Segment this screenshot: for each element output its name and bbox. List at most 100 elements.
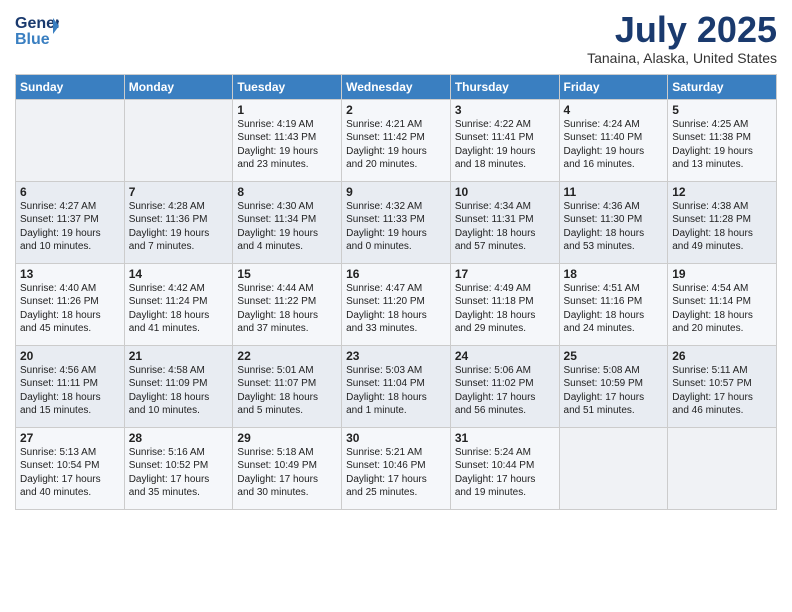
table-row: 7Sunrise: 4:28 AMSunset: 11:36 PMDayligh… — [124, 181, 233, 263]
sunset-text: Sunset: 10:46 PM — [346, 459, 446, 473]
sunrise-text: Sunrise: 4:56 AM — [20, 364, 120, 378]
calendar-header-row: Sunday Monday Tuesday Wednesday Thursday… — [16, 74, 777, 99]
calendar-week-row: 20Sunrise: 4:56 AMSunset: 11:11 PMDaylig… — [16, 345, 777, 427]
col-thursday: Thursday — [450, 74, 559, 99]
day-number: 14 — [129, 267, 229, 281]
day-info: Sunrise: 4:56 AMSunset: 11:11 PMDaylight… — [20, 364, 120, 418]
table-row: 14Sunrise: 4:42 AMSunset: 11:24 PMDaylig… — [124, 263, 233, 345]
sunset-text: Sunset: 10:57 PM — [672, 377, 772, 391]
table-row: 21Sunrise: 4:58 AMSunset: 11:09 PMDaylig… — [124, 345, 233, 427]
day-number: 22 — [237, 349, 337, 363]
day-info: Sunrise: 5:21 AMSunset: 10:46 PMDaylight… — [346, 446, 446, 500]
day-info: Sunrise: 4:51 AMSunset: 11:16 PMDaylight… — [564, 282, 664, 336]
day-number: 28 — [129, 431, 229, 445]
day-number: 6 — [20, 185, 120, 199]
day-info: Sunrise: 4:54 AMSunset: 11:14 PMDaylight… — [672, 282, 772, 336]
sunrise-text: Sunrise: 4:34 AM — [455, 200, 555, 214]
table-row: 9Sunrise: 4:32 AMSunset: 11:33 PMDayligh… — [342, 181, 451, 263]
day-number: 3 — [455, 103, 555, 117]
day-number: 15 — [237, 267, 337, 281]
sunrise-text: Sunrise: 4:40 AM — [20, 282, 120, 296]
day-info: Sunrise: 4:47 AMSunset: 11:20 PMDaylight… — [346, 282, 446, 336]
table-row: 15Sunrise: 4:44 AMSunset: 11:22 PMDaylig… — [233, 263, 342, 345]
daylight-text: Daylight: 19 hours and 16 minutes. — [564, 145, 664, 172]
sunrise-text: Sunrise: 5:18 AM — [237, 446, 337, 460]
sunset-text: Sunset: 11:40 PM — [564, 131, 664, 145]
daylight-text: Daylight: 18 hours and 53 minutes. — [564, 227, 664, 254]
daylight-text: Daylight: 17 hours and 30 minutes. — [237, 473, 337, 500]
daylight-text: Daylight: 17 hours and 46 minutes. — [672, 391, 772, 418]
sunrise-text: Sunrise: 5:13 AM — [20, 446, 120, 460]
sunset-text: Sunset: 11:22 PM — [237, 295, 337, 309]
table-row: 3Sunrise: 4:22 AMSunset: 11:41 PMDayligh… — [450, 99, 559, 181]
day-number: 7 — [129, 185, 229, 199]
title-block: July 2025 Tanaina, Alaska, United States — [587, 10, 777, 66]
day-info: Sunrise: 4:42 AMSunset: 11:24 PMDaylight… — [129, 282, 229, 336]
daylight-text: Daylight: 19 hours and 4 minutes. — [237, 227, 337, 254]
day-info: Sunrise: 5:03 AMSunset: 11:04 PMDaylight… — [346, 364, 446, 418]
sunrise-text: Sunrise: 5:08 AM — [564, 364, 664, 378]
svg-text:General: General — [15, 15, 59, 32]
day-info: Sunrise: 4:24 AMSunset: 11:40 PMDaylight… — [564, 118, 664, 172]
day-number: 1 — [237, 103, 337, 117]
sunset-text: Sunset: 11:20 PM — [346, 295, 446, 309]
day-info: Sunrise: 5:11 AMSunset: 10:57 PMDaylight… — [672, 364, 772, 418]
day-info: Sunrise: 4:44 AMSunset: 11:22 PMDaylight… — [237, 282, 337, 336]
sunset-text: Sunset: 11:09 PM — [129, 377, 229, 391]
day-number: 23 — [346, 349, 446, 363]
col-monday: Monday — [124, 74, 233, 99]
sunset-text: Sunset: 10:49 PM — [237, 459, 337, 473]
daylight-text: Daylight: 19 hours and 7 minutes. — [129, 227, 229, 254]
day-info: Sunrise: 4:25 AMSunset: 11:38 PMDaylight… — [672, 118, 772, 172]
sunrise-text: Sunrise: 4:36 AM — [564, 200, 664, 214]
day-number: 10 — [455, 185, 555, 199]
day-number: 27 — [20, 431, 120, 445]
sunset-text: Sunset: 10:59 PM — [564, 377, 664, 391]
day-number: 17 — [455, 267, 555, 281]
day-info: Sunrise: 4:27 AMSunset: 11:37 PMDaylight… — [20, 200, 120, 254]
sunrise-text: Sunrise: 4:28 AM — [129, 200, 229, 214]
table-row: 23Sunrise: 5:03 AMSunset: 11:04 PMDaylig… — [342, 345, 451, 427]
day-number: 16 — [346, 267, 446, 281]
table-row — [16, 99, 125, 181]
table-row: 6Sunrise: 4:27 AMSunset: 11:37 PMDayligh… — [16, 181, 125, 263]
day-info: Sunrise: 4:49 AMSunset: 11:18 PMDaylight… — [455, 282, 555, 336]
daylight-text: Daylight: 18 hours and 45 minutes. — [20, 309, 120, 336]
sunset-text: Sunset: 11:31 PM — [455, 213, 555, 227]
sunrise-text: Sunrise: 5:03 AM — [346, 364, 446, 378]
day-info: Sunrise: 5:01 AMSunset: 11:07 PMDaylight… — [237, 364, 337, 418]
table-row: 30Sunrise: 5:21 AMSunset: 10:46 PMDaylig… — [342, 427, 451, 509]
table-row: 19Sunrise: 4:54 AMSunset: 11:14 PMDaylig… — [668, 263, 777, 345]
daylight-text: Daylight: 18 hours and 24 minutes. — [564, 309, 664, 336]
daylight-text: Daylight: 18 hours and 29 minutes. — [455, 309, 555, 336]
table-row — [559, 427, 668, 509]
table-row: 13Sunrise: 4:40 AMSunset: 11:26 PMDaylig… — [16, 263, 125, 345]
day-info: Sunrise: 4:22 AMSunset: 11:41 PMDaylight… — [455, 118, 555, 172]
day-number: 19 — [672, 267, 772, 281]
day-info: Sunrise: 4:36 AMSunset: 11:30 PMDaylight… — [564, 200, 664, 254]
daylight-text: Daylight: 18 hours and 20 minutes. — [672, 309, 772, 336]
table-row: 29Sunrise: 5:18 AMSunset: 10:49 PMDaylig… — [233, 427, 342, 509]
day-number: 18 — [564, 267, 664, 281]
sunset-text: Sunset: 11:41 PM — [455, 131, 555, 145]
day-info: Sunrise: 4:28 AMSunset: 11:36 PMDaylight… — [129, 200, 229, 254]
day-number: 11 — [564, 185, 664, 199]
daylight-text: Daylight: 18 hours and 5 minutes. — [237, 391, 337, 418]
day-number: 9 — [346, 185, 446, 199]
day-info: Sunrise: 4:19 AMSunset: 11:43 PMDaylight… — [237, 118, 337, 172]
table-row: 11Sunrise: 4:36 AMSunset: 11:30 PMDaylig… — [559, 181, 668, 263]
sunset-text: Sunset: 10:44 PM — [455, 459, 555, 473]
day-number: 29 — [237, 431, 337, 445]
sunset-text: Sunset: 11:43 PM — [237, 131, 337, 145]
daylight-text: Daylight: 17 hours and 19 minutes. — [455, 473, 555, 500]
sunrise-text: Sunrise: 4:42 AM — [129, 282, 229, 296]
day-number: 24 — [455, 349, 555, 363]
day-info: Sunrise: 4:38 AMSunset: 11:28 PMDaylight… — [672, 200, 772, 254]
table-row: 18Sunrise: 4:51 AMSunset: 11:16 PMDaylig… — [559, 263, 668, 345]
sunset-text: Sunset: 11:37 PM — [20, 213, 120, 227]
daylight-text: Daylight: 17 hours and 35 minutes. — [129, 473, 229, 500]
sunrise-text: Sunrise: 5:24 AM — [455, 446, 555, 460]
table-row — [668, 427, 777, 509]
daylight-text: Daylight: 19 hours and 20 minutes. — [346, 145, 446, 172]
calendar-week-row: 6Sunrise: 4:27 AMSunset: 11:37 PMDayligh… — [16, 181, 777, 263]
